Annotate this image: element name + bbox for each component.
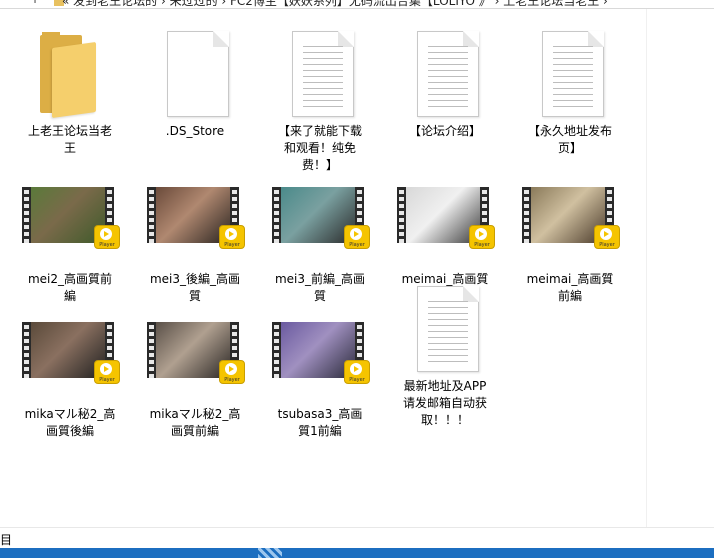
player-badge-icon: Player	[344, 225, 370, 249]
status-text: 目	[0, 533, 13, 547]
video-thumbnail-icon: Player	[20, 177, 120, 267]
video-thumbnail-icon: Player	[270, 312, 370, 402]
video-thumbnail-icon: Player	[395, 177, 495, 267]
badge-text: Player	[349, 377, 365, 383]
video-thumbnail-icon: Player	[145, 312, 245, 402]
file-item[interactable]: Player mikaマル秘2_高画質後編	[20, 312, 120, 440]
file-view[interactable]: 上老王论坛当老王 .DS_Store 【来了就能下载和观看！纯免费！】 【论坛介绍】 【…	[0, 9, 646, 527]
badge-text: Player	[224, 242, 240, 248]
file-item[interactable]: Player meimai_高画質前編	[520, 177, 620, 305]
file-item[interactable]: 【来了就能下载和观看！纯免费！】	[270, 29, 370, 174]
file-item[interactable]: Player tsubasa3_高画質1前編	[270, 312, 370, 440]
file-item[interactable]: 【永久地址发布页】	[520, 29, 620, 157]
video-thumbnail-icon: Player	[520, 177, 620, 267]
taskbar	[0, 548, 714, 558]
badge-text: Player	[349, 242, 365, 248]
file-item[interactable]: 最新地址及APP请发邮箱自动获取！！！	[395, 284, 495, 429]
file-item[interactable]: Player mei3_前編_高画質	[270, 177, 370, 305]
file-name: mei2_高画質前編	[27, 272, 113, 303]
text-document-icon	[520, 29, 620, 119]
file-name: mei3_前編_高画質	[274, 272, 366, 303]
badge-text: Player	[99, 242, 115, 248]
taskbar-app-icon[interactable]	[258, 548, 282, 558]
file-item[interactable]: Player mei2_高画質前編	[20, 177, 120, 305]
file-name: tsubasa3_高画質1前編	[277, 407, 363, 438]
file-item[interactable]: Player mikaマル秘2_高画質前編	[145, 312, 245, 440]
file-item[interactable]: 上老王论坛当老王	[20, 29, 120, 157]
player-badge-icon: Player	[219, 360, 245, 384]
player-badge-icon: Player	[219, 225, 245, 249]
file-item[interactable]: 【论坛介绍】	[395, 29, 495, 140]
blank-file-icon	[145, 29, 245, 119]
up-arrow-icon[interactable]: ↑	[30, 0, 40, 6]
badge-text: Player	[599, 242, 615, 248]
status-bar: 目	[0, 527, 714, 548]
file-name: .DS_Store	[165, 124, 225, 138]
text-document-icon	[270, 29, 370, 119]
file-name: mikaマル秘2_高画質後編	[24, 407, 116, 438]
file-item[interactable]: .DS_Store	[145, 29, 245, 140]
address-bar[interactable]: ↑ « 发到老王论坛的 › 未过过的 › FC2博主【妖妖系列】无码流出合集【L…	[0, 0, 714, 9]
player-badge-icon: Player	[469, 225, 495, 249]
file-name: mikaマル秘2_高画質前編	[149, 407, 241, 438]
player-badge-icon: Player	[94, 360, 120, 384]
folder-icon	[20, 29, 120, 119]
file-item[interactable]: Player mei3_後編_高画質	[145, 177, 245, 305]
pane-divider	[646, 9, 647, 527]
file-name: 【永久地址发布页】	[527, 124, 612, 155]
video-thumbnail-icon: Player	[20, 312, 120, 402]
badge-text: Player	[224, 377, 240, 383]
video-thumbnail-icon: Player	[270, 177, 370, 267]
player-badge-icon: Player	[94, 225, 120, 249]
file-name: meimai_高画質前編	[526, 272, 614, 303]
text-document-icon	[395, 29, 495, 119]
file-name: 【来了就能下载和观看！纯免费！】	[277, 124, 362, 172]
file-name: 【论坛介绍】	[408, 124, 481, 138]
file-name: 上老王论坛当老王	[27, 124, 112, 155]
badge-text: Player	[474, 242, 490, 248]
text-document-icon	[395, 284, 495, 374]
video-thumbnail-icon: Player	[145, 177, 245, 267]
badge-text: Player	[99, 377, 115, 383]
file-name: mei3_後編_高画質	[149, 272, 241, 303]
breadcrumb[interactable]: « 发到老王论坛的 › 未过过的 › FC2博主【妖妖系列】无码流出合集【LOL…	[62, 0, 608, 8]
file-name: 最新地址及APP请发邮箱自动获取！！！	[402, 379, 487, 427]
player-badge-icon: Player	[344, 360, 370, 384]
player-badge-icon: Player	[594, 225, 620, 249]
